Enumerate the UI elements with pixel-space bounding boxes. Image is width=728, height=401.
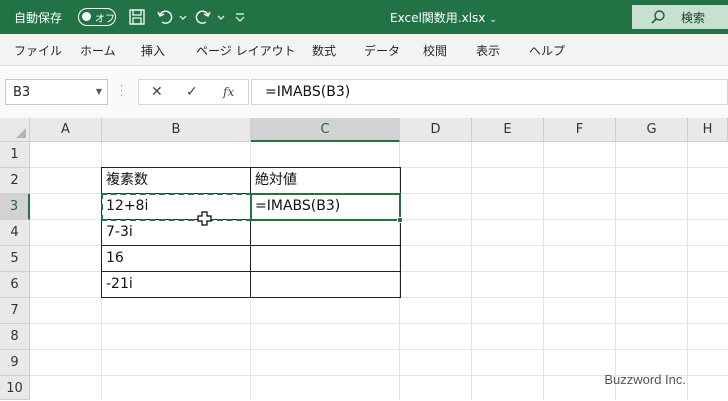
customize-toolbar-icon[interactable] bbox=[234, 8, 246, 26]
row-header-6[interactable]: 6 bbox=[0, 272, 30, 298]
file-title[interactable]: Excel関数用.xlsx ⌄ bbox=[390, 9, 497, 26]
name-box-value: B3 bbox=[13, 85, 31, 100]
watermark: Buzzword Inc. bbox=[604, 372, 686, 387]
column-header-g[interactable]: G bbox=[616, 118, 688, 142]
search-label: 検索 bbox=[681, 11, 706, 25]
cell-c2[interactable]: 絶対値 bbox=[251, 168, 399, 193]
tab-data[interactable]: データ bbox=[364, 42, 400, 59]
row-header-10[interactable]: 10 bbox=[0, 376, 30, 400]
row-header-8[interactable]: 8 bbox=[0, 324, 30, 350]
autosave-state: オフ bbox=[95, 14, 115, 25]
row-header-1[interactable]: 1 bbox=[0, 142, 30, 168]
autosave-label: 自動保存 bbox=[14, 11, 63, 25]
name-box-dropdown-icon[interactable]: ▼ bbox=[96, 87, 102, 96]
active-cell bbox=[250, 193, 403, 223]
formula-input[interactable]: =IMABS(B3) bbox=[251, 79, 728, 105]
enter-icon[interactable]: ✓ bbox=[186, 84, 198, 100]
autosave-toggle[interactable]: オフ bbox=[78, 8, 116, 26]
row-header-9[interactable]: 9 bbox=[0, 350, 30, 376]
gridline bbox=[30, 323, 728, 324]
cell-b4[interactable]: 7-3i bbox=[102, 220, 250, 245]
gridline bbox=[30, 349, 728, 350]
row-header-2[interactable]: 2 bbox=[0, 168, 30, 194]
redo-icon[interactable] bbox=[194, 8, 212, 26]
column-header-f[interactable]: F bbox=[544, 118, 616, 142]
cell-b5[interactable]: 16 bbox=[102, 246, 250, 271]
column-header-b[interactable]: B bbox=[102, 118, 251, 142]
tab-home[interactable]: ホーム bbox=[80, 42, 116, 59]
cell-select-cursor-icon bbox=[197, 211, 212, 226]
redo-dropdown-icon[interactable] bbox=[216, 8, 226, 26]
formula-bar: B3 ▼ · · · ✕ ✓ fx =IMABS(B3) bbox=[0, 66, 728, 118]
worksheet-grid[interactable]: A B C D E F G H 1 2 3 4 5 6 7 8 9 10 複素数… bbox=[0, 118, 728, 400]
formula-buttons: ✕ ✓ fx bbox=[138, 79, 249, 105]
tab-page-layout[interactable]: ページ レイアウト bbox=[196, 42, 296, 59]
reference-marquee bbox=[101, 193, 252, 221]
ribbon-tabs: ファイル ホーム 挿入 ページ レイアウト 数式 データ 校閲 表示 ヘルプ bbox=[0, 34, 728, 66]
undo-icon[interactable] bbox=[156, 8, 174, 26]
column-header-a[interactable]: A bbox=[30, 118, 102, 142]
cell-b6[interactable]: -21i bbox=[102, 272, 250, 297]
row-header-3[interactable]: 3 bbox=[0, 194, 30, 220]
tab-insert[interactable]: 挿入 bbox=[141, 42, 165, 59]
fill-handle[interactable] bbox=[397, 217, 403, 223]
file-title-text: Excel関数用.xlsx bbox=[390, 11, 486, 25]
search-box[interactable]: 検索 bbox=[632, 5, 728, 29]
undo-dropdown-icon[interactable] bbox=[178, 8, 188, 26]
tab-file[interactable]: ファイル bbox=[14, 42, 62, 59]
toggle-knob bbox=[82, 12, 91, 21]
grip-icon[interactable]: · · · bbox=[120, 82, 124, 102]
insert-function-icon[interactable]: fx bbox=[223, 85, 234, 99]
column-header-c[interactable]: C bbox=[251, 118, 400, 142]
select-all-button[interactable] bbox=[0, 118, 30, 142]
cancel-icon[interactable]: ✕ bbox=[151, 84, 163, 100]
name-box[interactable]: B3 ▼ bbox=[5, 79, 108, 105]
title-bar: 自動保存 オフ Excel関数用.xlsx ⌄ 検索 bbox=[0, 0, 728, 34]
column-header-h[interactable]: H bbox=[688, 118, 728, 142]
select-all-icon bbox=[16, 128, 26, 138]
row-header-4[interactable]: 4 bbox=[0, 220, 30, 246]
column-header-e[interactable]: E bbox=[472, 118, 544, 142]
save-icon[interactable] bbox=[128, 8, 146, 26]
tab-view[interactable]: 表示 bbox=[476, 42, 500, 59]
tab-review[interactable]: 校閲 bbox=[423, 42, 447, 59]
row-header-5[interactable]: 5 bbox=[0, 246, 30, 272]
row-header-7[interactable]: 7 bbox=[0, 298, 30, 324]
cell-b2[interactable]: 複素数 bbox=[102, 168, 250, 193]
formula-text: =IMABS(B3) bbox=[265, 84, 351, 100]
title-caret-icon: ⌄ bbox=[489, 15, 497, 25]
tab-formulas[interactable]: 数式 bbox=[312, 42, 336, 59]
search-icon bbox=[651, 10, 665, 24]
column-header-d[interactable]: D bbox=[400, 118, 472, 142]
tab-help[interactable]: ヘルプ bbox=[529, 42, 565, 59]
